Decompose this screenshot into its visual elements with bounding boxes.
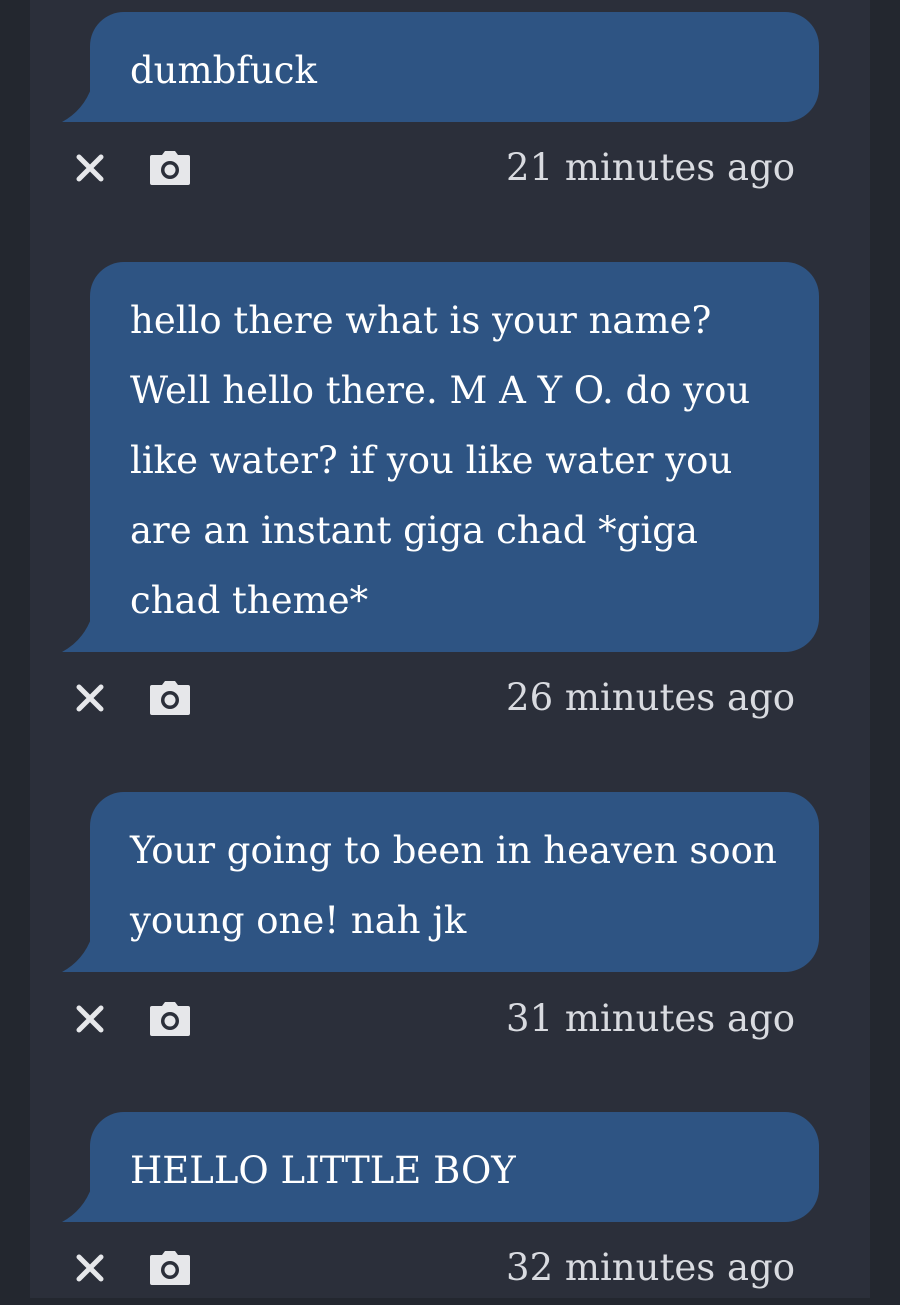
camera-icon[interactable] [147, 1245, 193, 1291]
message-timestamp: 21 minutes ago [506, 146, 795, 189]
bubble-tail [62, 616, 92, 652]
message-timestamp: 31 minutes ago [506, 997, 795, 1040]
message-text: Your going to been in heaven soon young … [130, 829, 777, 942]
message-actions: 32 minutes ago [30, 1245, 870, 1305]
message-actions: 26 minutes ago [30, 675, 870, 735]
message-actions: 31 minutes ago [30, 996, 870, 1056]
message-text: hello there what is your name? Well hell… [130, 299, 751, 622]
camera-icon[interactable] [147, 996, 193, 1042]
message-list: dumbfuck 21 minutes ago hello there what… [30, 0, 870, 1298]
message-bubble: HELLO LITTLE BOY [90, 1112, 819, 1222]
bubble-tail [62, 1186, 92, 1222]
bubble-tail [62, 86, 92, 122]
message-bubble: dumbfuck [90, 12, 819, 122]
camera-icon[interactable] [147, 675, 193, 721]
close-icon[interactable] [67, 996, 113, 1042]
close-icon[interactable] [67, 675, 113, 721]
message-bubble: hello there what is your name? Well hell… [90, 262, 819, 652]
message-text: HELLO LITTLE BOY [130, 1149, 516, 1192]
message-timestamp: 32 minutes ago [506, 1246, 795, 1289]
message-text: dumbfuck [130, 49, 317, 92]
bubble-tail [62, 936, 92, 972]
message-actions: 21 minutes ago [30, 145, 870, 205]
close-icon[interactable] [67, 145, 113, 191]
message-timestamp: 26 minutes ago [506, 676, 795, 719]
close-icon[interactable] [67, 1245, 113, 1291]
camera-icon[interactable] [147, 145, 193, 191]
message-bubble: Your going to been in heaven soon young … [90, 792, 819, 972]
